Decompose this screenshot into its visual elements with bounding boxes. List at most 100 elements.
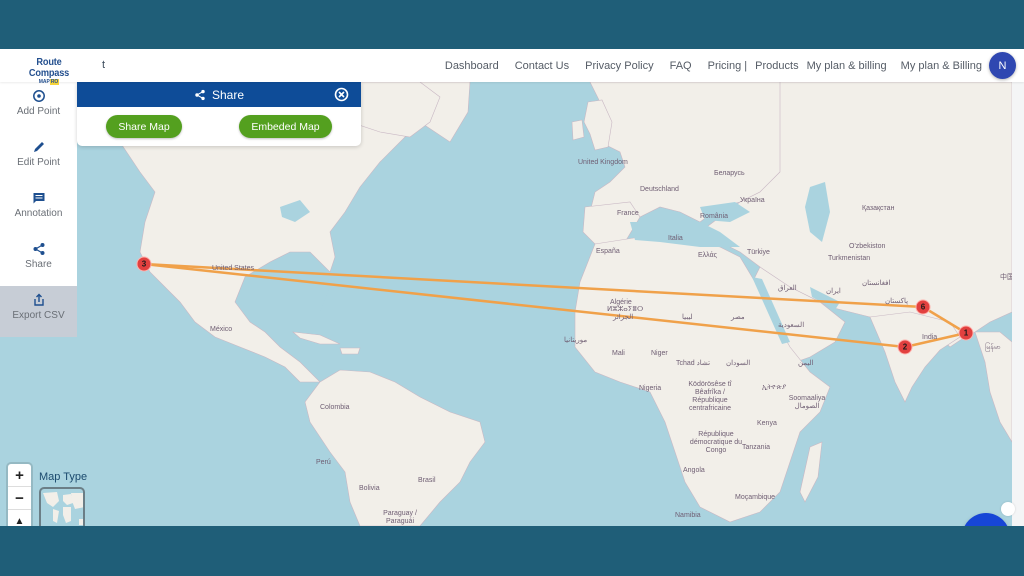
- label-car: Ködörösêse tî Bêafrîka / République cent…: [688, 381, 732, 412]
- label-uk: United Kingdom: [578, 159, 628, 166]
- map-type-thumbnail[interactable]: [39, 487, 85, 526]
- label-colombia: Colombia: [320, 404, 350, 411]
- label-afghanistan: افغانستان: [862, 280, 891, 287]
- add-point-icon: [32, 90, 45, 102]
- label-iraq: العراق: [778, 285, 797, 292]
- close-icon[interactable]: [334, 87, 349, 102]
- main-nav: Dashboard Contact Us Privacy Policy FAQ …: [445, 49, 982, 82]
- label-nigeria: Nigeria: [639, 385, 662, 392]
- label-pakistan: پاکستان: [885, 298, 909, 305]
- route-compass-logo[interactable]: Route Compass MAPRO: [16, 57, 82, 85]
- landmass-cuba: [292, 331, 341, 345]
- logo-sub-highlight: RO: [49, 79, 60, 85]
- share-icon: [33, 243, 44, 255]
- logo-subtitle: MAPRO: [16, 79, 82, 85]
- nav-my-plan-billing[interactable]: My plan & billing: [807, 60, 887, 72]
- label-mauritania: موريتانيا: [564, 337, 588, 344]
- sidebar-item-annotation[interactable]: Annotation: [0, 184, 77, 235]
- comment-icon: [33, 193, 44, 204]
- sidebar-item-edit-point[interactable]: Edit Point: [0, 133, 77, 184]
- label-china: 中国: [1000, 274, 1012, 281]
- embed-map-button[interactable]: Embeded Map: [239, 115, 332, 138]
- label-mexico: México: [210, 326, 233, 333]
- label-egypt: مصر: [731, 314, 745, 321]
- label-algeria-tif: ⵍⵣⵣⴰⵢⴻⵔ: [607, 306, 644, 313]
- video-frame-bottom: [0, 526, 1024, 576]
- sidebar-item-add-point[interactable]: Add Point: [0, 82, 77, 133]
- label-italy: Italia: [668, 235, 683, 242]
- nav-privacy-policy[interactable]: Privacy Policy: [585, 60, 653, 72]
- label-somalia: Soomaaliya الصومال: [788, 395, 826, 410]
- label-usa: United States: [212, 265, 255, 272]
- route-marker-1[interactable]: 1: [958, 325, 974, 341]
- landmass-hispaniola: [339, 347, 361, 355]
- map-type-label: Map Type: [39, 471, 88, 483]
- tools-sidebar: Add Point Edit Point Annotation Share Ex…: [0, 82, 77, 337]
- sidebar-item-label: Edit Point: [17, 157, 60, 168]
- label-drc: République démocratique du Congo: [689, 431, 743, 454]
- share-panel: Share Share Map Embeded Map: [77, 82, 361, 146]
- top-navbar: Route Compass MAPRO t Dashboard Contact …: [0, 49, 1024, 85]
- label-mali: Mali: [612, 350, 625, 357]
- label-brasil: Brasil: [418, 477, 436, 484]
- label-mozambique: Moçambique: [735, 494, 776, 501]
- nav-contact-us[interactable]: Contact Us: [515, 60, 569, 72]
- landmass-ireland: [571, 119, 585, 141]
- app-window: Route Compass MAPRO t Dashboard Contact …: [0, 49, 1024, 526]
- sidebar-item-label: Add Point: [16, 106, 61, 117]
- route-marker-6[interactable]: 6: [915, 299, 931, 315]
- sidebar-item-share[interactable]: Share: [0, 235, 77, 286]
- zoom-controls: + − ▲: [8, 464, 31, 526]
- label-peru: Perú: [316, 459, 331, 466]
- video-frame-top: [0, 0, 1024, 49]
- label-india: India: [922, 334, 938, 341]
- sidebar-item-export-csv[interactable]: Export CSV: [0, 286, 77, 337]
- nav-dashboard[interactable]: Dashboard: [445, 60, 499, 72]
- sidebar-item-label: Share: [25, 259, 52, 270]
- label-uzbekistan: O'zbekiston: [849, 243, 886, 250]
- route-marker-3[interactable]: 3: [136, 256, 152, 272]
- label-belarus: Беларусь: [714, 170, 745, 177]
- nav-products[interactable]: Products: [755, 60, 798, 72]
- label-chad: Tchad تشاد: [676, 360, 711, 367]
- header-extra-text: t: [102, 59, 106, 71]
- sidebar-item-label: Annotation: [14, 208, 63, 219]
- landmass-madagascar: [799, 441, 823, 503]
- label-myanmar: မြန်မာ: [985, 344, 1001, 351]
- map-basemap: [69, 82, 1012, 526]
- logo-title: Route Compass: [28, 57, 70, 79]
- zoom-out-button[interactable]: −: [8, 487, 31, 510]
- scroll-handle[interactable]: [1001, 502, 1015, 516]
- reset-north-button[interactable]: ▲: [8, 510, 31, 526]
- export-icon: [33, 293, 44, 306]
- landmass-india: [869, 311, 961, 403]
- landmass-south-america: [304, 369, 486, 526]
- share-panel-header: Share: [77, 82, 361, 107]
- nav-faq[interactable]: FAQ: [670, 60, 692, 72]
- label-turkey: Türkiye: [747, 249, 770, 256]
- share-panel-title: Share: [211, 87, 245, 102]
- share-map-button[interactable]: Share Map: [106, 115, 182, 138]
- label-algeria-ar: الجزائر: [613, 314, 634, 321]
- label-sudan: السودان: [726, 360, 751, 367]
- label-ukraine: Україна: [740, 197, 765, 204]
- label-romania: România: [700, 213, 729, 220]
- label-france: France: [617, 210, 639, 217]
- right-gutter: [1012, 82, 1024, 526]
- label-ethiopia: ኢትዮጵያ: [762, 384, 787, 391]
- nav-pricing[interactable]: Pricing |: [708, 60, 748, 72]
- nav-my-plan-billing-2[interactable]: My plan & Billing: [901, 60, 982, 72]
- world-thumbnail-icon: [43, 492, 83, 525]
- zoom-in-button[interactable]: +: [8, 464, 31, 487]
- route-marker-2[interactable]: 2: [897, 339, 913, 355]
- label-niger: Niger: [651, 350, 668, 357]
- user-avatar[interactable]: N: [989, 52, 1016, 79]
- label-spain: España: [596, 248, 620, 255]
- label-namibia: Namibia: [675, 512, 701, 519]
- world-map[interactable]: United Kingdom Беларусь Deutschland Укра…: [0, 82, 1012, 526]
- sidebar-item-label: Export CSV: [12, 310, 65, 321]
- label-tanzania: Tanzania: [742, 444, 771, 451]
- label-yemen: اليمن: [798, 360, 814, 367]
- pencil-icon: [33, 142, 44, 152]
- chat-bubbles-icon: [973, 525, 999, 526]
